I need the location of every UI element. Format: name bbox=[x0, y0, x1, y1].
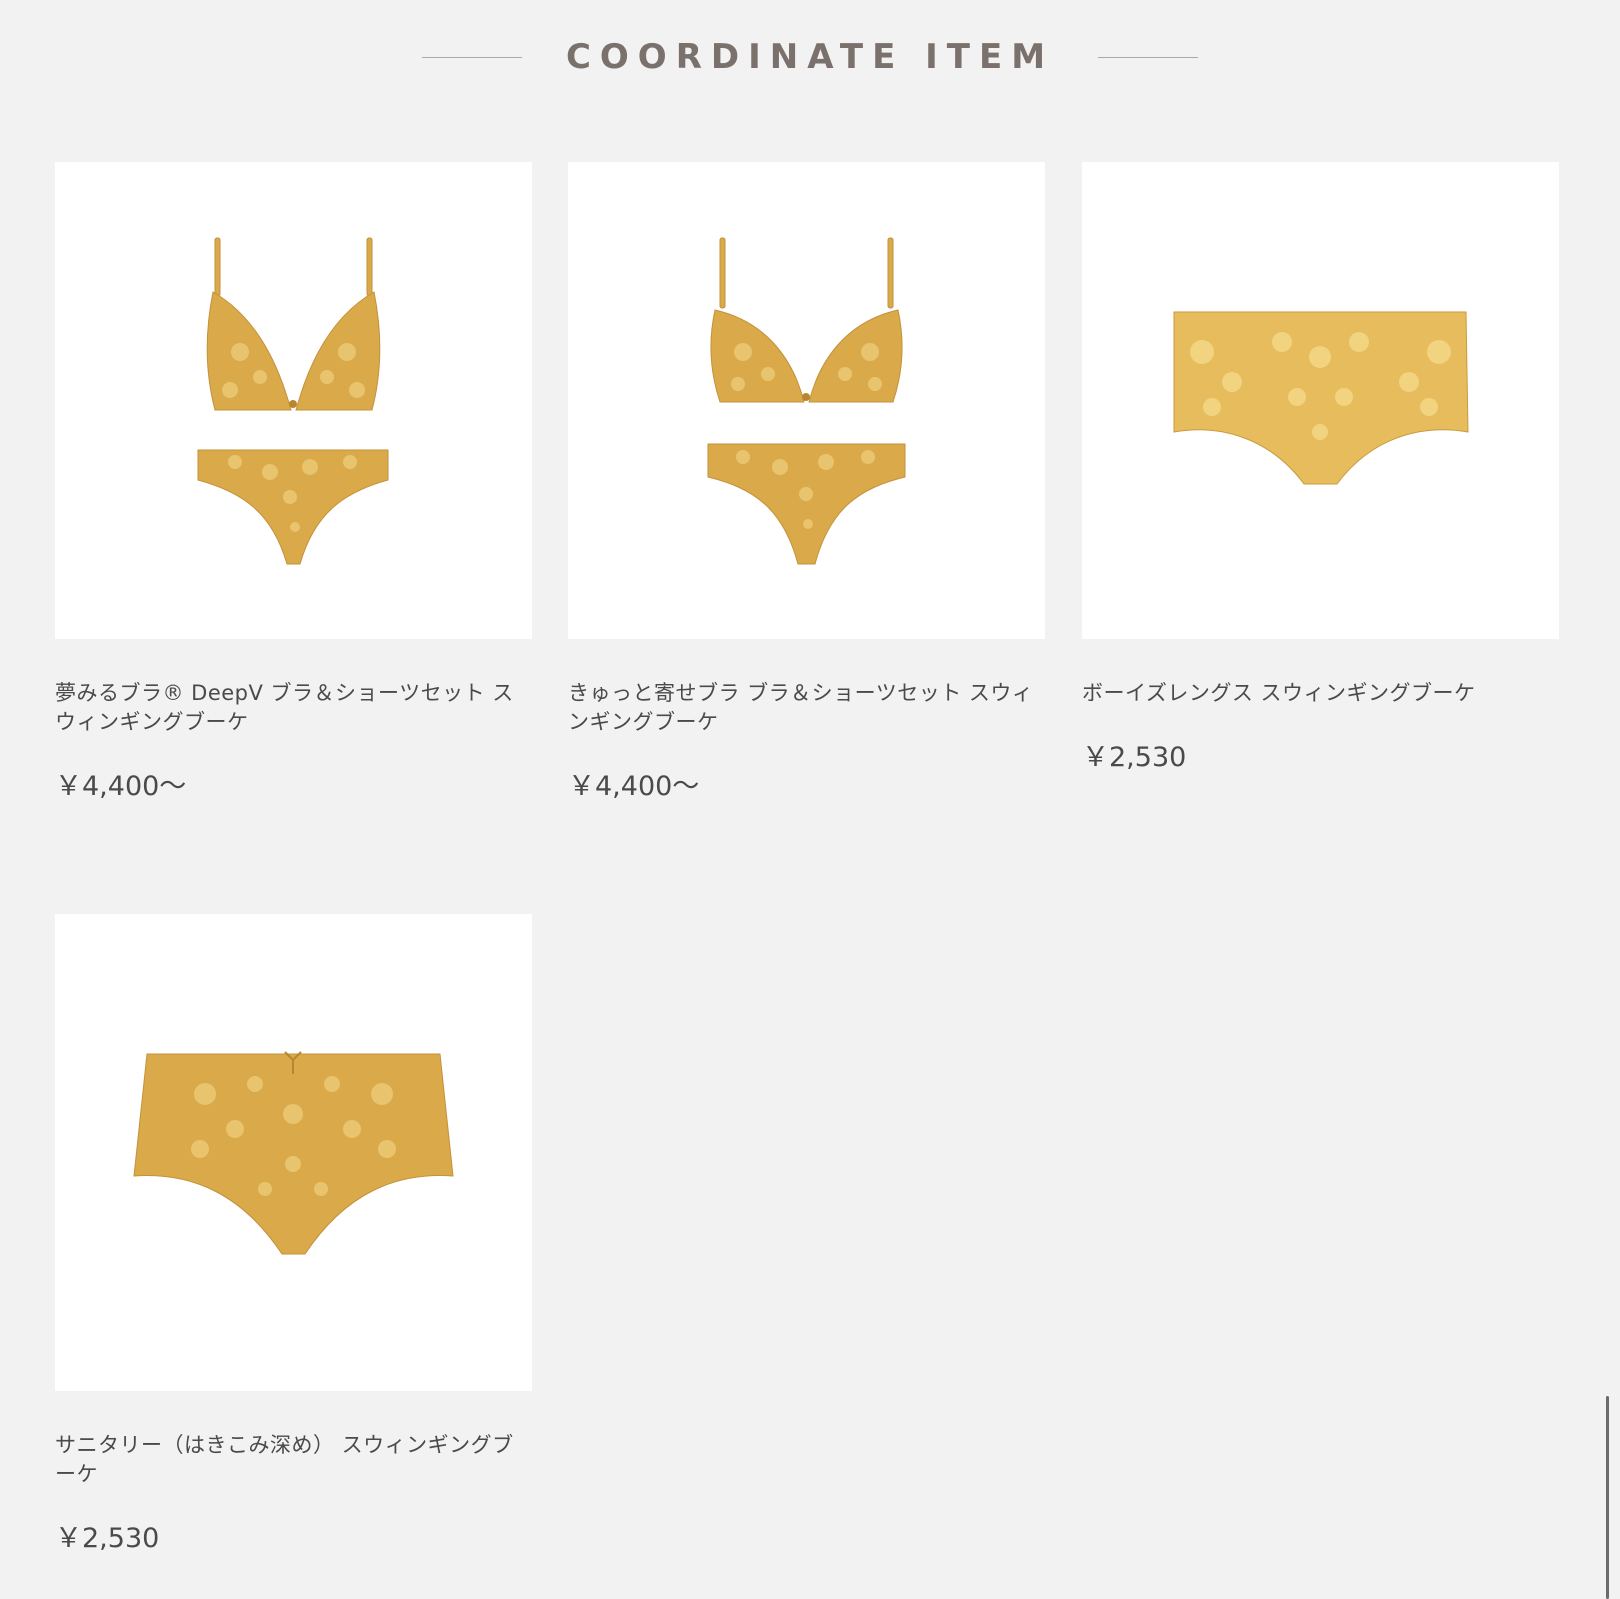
product-name[interactable]: サニタリー（はきこみ深め） スウィンギングブーケ bbox=[55, 1431, 532, 1489]
product-image[interactable] bbox=[568, 162, 1045, 639]
product-name[interactable]: きゅっと寄せブラ ブラ＆ショーツセット スウィンギングブーケ bbox=[568, 679, 1045, 737]
bra-set-icon bbox=[707, 237, 906, 565]
product-price: ￥4,400〜 bbox=[55, 771, 187, 802]
product-image[interactable] bbox=[1082, 162, 1559, 639]
header-divider-right bbox=[1098, 56, 1199, 58]
product-card[interactable]: 夢みるブラ® DeepV ブラ＆ショーツセット スウィンギングブーケ ￥4,40… bbox=[55, 162, 532, 803]
header-divider-left bbox=[421, 56, 522, 58]
product-image[interactable] bbox=[55, 162, 532, 639]
product-price: ￥2,530 bbox=[55, 1523, 160, 1554]
boyshorts-icon bbox=[1173, 311, 1469, 485]
product-card[interactable]: サニタリー（はきこみ深め） スウィンギングブーケ ￥2,530 bbox=[55, 914, 532, 1555]
section-title: COORDINATE ITEM bbox=[565, 37, 1055, 77]
product-name[interactable]: ボーイズレングス スウィンギングブーケ bbox=[1082, 679, 1559, 708]
product-image[interactable] bbox=[55, 914, 532, 1391]
bra-set-icon bbox=[197, 237, 389, 565]
sanitary-shorts-icon bbox=[133, 1051, 454, 1255]
section-header: COORDINATE ITEM bbox=[0, 30, 1620, 84]
product-card[interactable]: ボーイズレングス スウィンギングブーケ ￥2,530 bbox=[1082, 162, 1559, 774]
scrollbar[interactable] bbox=[1606, 1396, 1609, 1599]
product-name[interactable]: 夢みるブラ® DeepV ブラ＆ショーツセット スウィンギングブーケ bbox=[55, 679, 532, 737]
product-price: ￥4,400〜 bbox=[568, 771, 700, 802]
product-card[interactable]: きゅっと寄せブラ ブラ＆ショーツセット スウィンギングブーケ ￥4,400〜 bbox=[568, 162, 1045, 803]
product-price: ￥2,530 bbox=[1082, 742, 1187, 773]
